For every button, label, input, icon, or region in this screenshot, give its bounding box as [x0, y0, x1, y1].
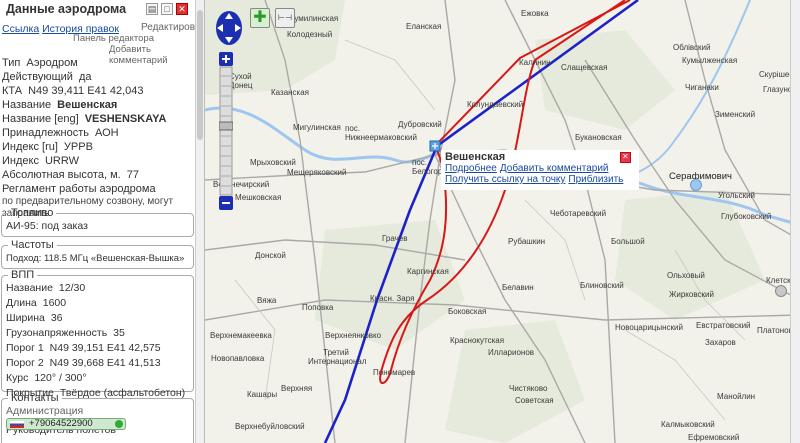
row-index-ru: Индекс [ru] УРРВ: [2, 141, 93, 153]
ruler-button[interactable]: ⊢⊣: [275, 8, 295, 28]
freq-legend: Частоты: [11, 239, 54, 251]
contacts-admin: Администрация: [6, 405, 84, 417]
popup-more-link[interactable]: Подробнее: [445, 163, 497, 174]
panel-scroll-thumb[interactable]: [197, 10, 203, 140]
reglament-label: Регламент работы аэродрома: [2, 183, 156, 195]
fuel-legend: Топливо: [11, 207, 54, 219]
row-type: Тип Аэродром: [2, 57, 78, 69]
close-icon[interactable]: ✕: [176, 3, 188, 15]
add-point-button[interactable]: ✚: [250, 8, 270, 28]
phone-number: +79064522900: [29, 418, 93, 429]
map[interactable]: Шумилинская Еланская Ежовка Колодезный К…: [205, 0, 800, 443]
plus-icon: ✚: [253, 9, 267, 26]
popup-links: Подробнее Добавить комментарий Получить с…: [445, 163, 626, 185]
panel-title: Данные аэродрома: [6, 2, 127, 16]
runway-row: Длина 1600: [6, 297, 67, 309]
runway-row: Порог 2 N49 39,668 E41 41,513: [6, 357, 161, 369]
fuel-text: АИ-95: под заказ: [6, 220, 88, 232]
runway-row: Порог 1 N49 39,151 E41 42,575: [6, 342, 161, 354]
popup-comment-link[interactable]: Добавить комментарий: [500, 163, 609, 174]
zoom-slider-thumb[interactable]: [219, 121, 233, 131]
runway-row: Название 12/30: [6, 282, 86, 294]
runway-row: Грузонапряженность 35: [6, 327, 125, 339]
freq-text: Подход: 118.5 МГц «Вешенская-Вышка»: [6, 253, 185, 264]
row-kta: КТА N49 39,411 E41 42,043: [2, 85, 144, 97]
row-index: Индекс URRW: [2, 155, 79, 167]
panel-icons: ▤ □ ✕: [146, 3, 188, 15]
add-comment-link[interactable]: Добавить комментарий: [109, 44, 204, 66]
whatsapp-icon: [115, 420, 123, 428]
pan-control[interactable]: [215, 10, 243, 46]
map-scrollbar[interactable]: [790, 0, 800, 443]
contacts-legend: Контакты: [11, 392, 59, 404]
document-icon[interactable]: ▤: [146, 3, 158, 15]
kletsky-marker[interactable]: [775, 285, 787, 297]
ruler-icon: ⊢⊣: [278, 13, 292, 22]
serafimovich-marker[interactable]: [690, 179, 702, 191]
popup-zoom-link[interactable]: Приблизить: [568, 174, 623, 185]
popup-point-link[interactable]: Получить ссылку на точку: [445, 174, 565, 185]
panel-scrollbar[interactable]: [195, 0, 204, 443]
row-ownership: Принадлежность АОН: [2, 127, 119, 139]
fuel-section: Топливо АИ-95: под заказ: [1, 207, 194, 237]
save-icon[interactable]: □: [161, 3, 173, 15]
editor-panel-link[interactable]: Панель редактора: [73, 33, 154, 44]
zoom-slider[interactable]: [219, 52, 233, 210]
link-link[interactable]: Ссылка: [2, 23, 39, 35]
aerodrome-popup: Вешенская ПодробнееДобавить комментарий …: [441, 150, 639, 190]
popup-title: Вешенская: [445, 151, 506, 163]
aerodrome-panel: Данные аэродрома ▤ □ ✕ Ссылка История пр…: [0, 0, 205, 443]
russia-flag-icon: [10, 421, 24, 428]
runway-section: ВПП Название 12/30 Длина 1600 Ширина 36 Гру…: [1, 269, 194, 399]
runway-row: Ширина 36: [6, 312, 63, 324]
row-name: Название Вешенская: [2, 99, 118, 111]
row-elevation: Абсолютная высота, м. 77: [2, 169, 139, 181]
runway-row: Курс 120° / 300°: [6, 372, 87, 384]
markers-layer: [429, 140, 787, 297]
row-name-eng: Название [eng] VESHENSKAYA: [2, 113, 167, 125]
row-active: Действующий да: [2, 71, 92, 83]
phone-badge[interactable]: +79064522900: [6, 418, 126, 430]
popup-close-icon[interactable]: [620, 152, 631, 163]
runway-legend: ВПП: [11, 269, 35, 281]
freq-section: Частоты Подход: 118.5 МГц «Вешенская-Выш…: [1, 239, 194, 269]
